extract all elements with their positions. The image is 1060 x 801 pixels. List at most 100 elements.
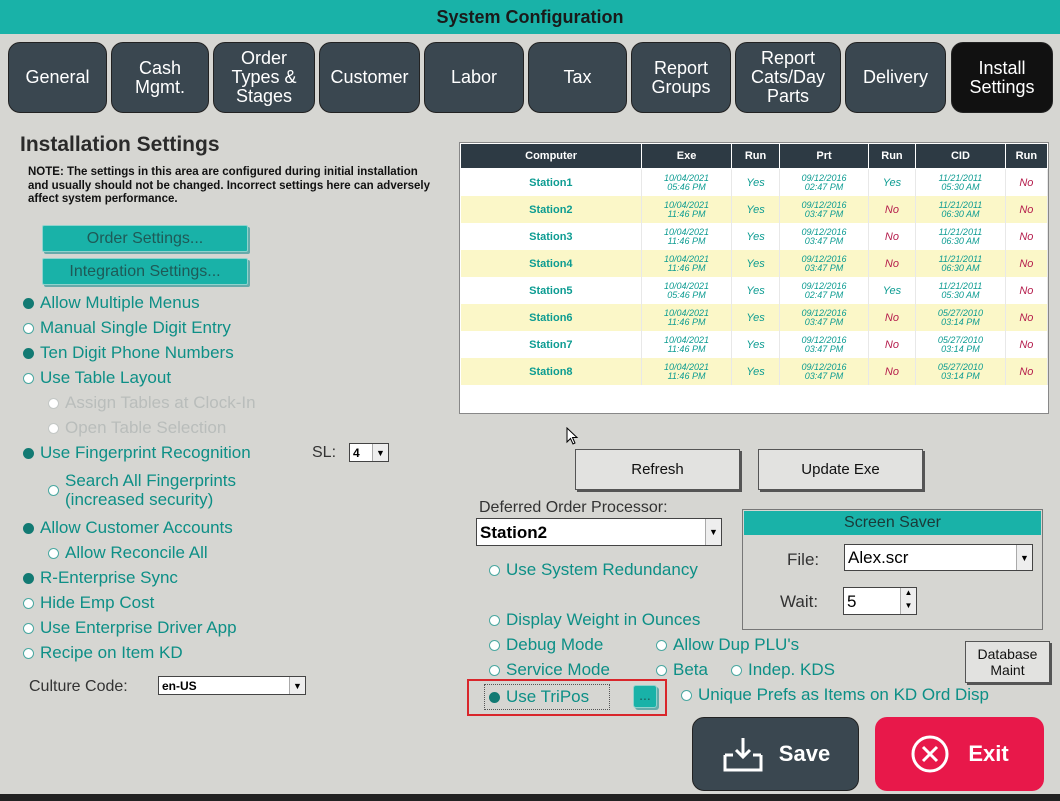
- option-manual-single-digit-entry[interactable]: Manual Single Digit Entry: [23, 318, 231, 338]
- refresh-button[interactable]: Refresh: [575, 449, 740, 490]
- option-ten-digit-phone[interactable]: Ten Digit Phone Numbers: [23, 343, 234, 363]
- cell-run-cid: No: [1005, 358, 1048, 385]
- radio-icon: [23, 347, 34, 359]
- cell-exe: 10/04/2021 11:46 PM: [641, 223, 732, 250]
- exit-button[interactable]: Exit: [875, 717, 1044, 791]
- option-unique-prefs[interactable]: Unique Prefs as Items on KD Ord Disp: [681, 685, 989, 705]
- cell-computer: Station4: [460, 250, 643, 277]
- tab-general[interactable]: General: [8, 42, 107, 113]
- option-r-enterprise-sync[interactable]: R-Enterprise Sync: [23, 568, 178, 588]
- option-fingerprint-recognition[interactable]: Use Fingerprint Recognition: [23, 443, 251, 463]
- stepper-down-icon[interactable]: ▼: [900, 601, 916, 614]
- update-exe-button[interactable]: Update Exe: [758, 449, 923, 490]
- tab-delivery[interactable]: Delivery: [845, 42, 946, 113]
- radio-icon: [23, 522, 34, 534]
- database-maint-button[interactable]: Database Maint: [965, 641, 1050, 683]
- tab-install-settings[interactable]: Install Settings: [951, 42, 1053, 113]
- radio-icon: [489, 564, 500, 576]
- tab-report-cats-day-parts[interactable]: Report Cats/Day Parts: [735, 42, 841, 113]
- cell-run-cid: No: [1005, 168, 1048, 196]
- option-recipe-item-kd[interactable]: Recipe on Item KD: [23, 643, 183, 663]
- option-enterprise-driver-app[interactable]: Use Enterprise Driver App: [23, 618, 237, 638]
- cell-line: 03:47 PM: [804, 343, 844, 354]
- option-service-mode[interactable]: Service Mode: [489, 660, 610, 680]
- option-use-tripos[interactable]: Use TriPos: [484, 684, 611, 710]
- cell-exe: 10/04/2021 11:46 PM: [641, 250, 732, 277]
- option-use-system-redundancy[interactable]: Use System Redundancy: [489, 560, 698, 580]
- option-allow-multiple-menus[interactable]: Allow Multiple Menus: [23, 293, 200, 313]
- cell-run-exe: Yes: [731, 277, 781, 304]
- deferred-order-label: Deferred Order Processor:: [479, 499, 668, 516]
- cell-computer: Station5: [460, 277, 643, 304]
- option-beta[interactable]: Beta: [656, 660, 708, 680]
- radio-icon: [23, 647, 34, 659]
- tab-cash-mgmt[interactable]: Cash Mgmt.: [111, 42, 209, 113]
- tab-customer[interactable]: Customer: [319, 42, 420, 113]
- cell-run-cid: No: [1005, 304, 1048, 331]
- cell-cid: 11/21/2011 06:30 AM: [915, 250, 1006, 277]
- exit-label: Exit: [968, 741, 1009, 766]
- order-settings-button[interactable]: Order Settings...: [42, 225, 248, 252]
- column-header[interactable]: Prt: [779, 143, 869, 169]
- sl-select[interactable]: 4 ▼: [349, 443, 389, 462]
- option-label: Use Enterprise Driver App: [40, 618, 237, 637]
- tab-tax[interactable]: Tax: [528, 42, 627, 113]
- option-allow-customer-accounts[interactable]: Allow Customer Accounts: [23, 518, 233, 538]
- stations-grid[interactable]: Computer Exe Run Prt Run CID Run Station…: [459, 142, 1049, 414]
- stepper-up-icon[interactable]: ▲: [900, 588, 916, 601]
- radio-icon: [23, 322, 34, 334]
- cell-cid: 05/27/2010 03:14 PM: [915, 304, 1006, 331]
- integration-settings-button[interactable]: Integration Settings...: [42, 258, 248, 285]
- table-row[interactable]: Station5 10/04/2021 05:46 PM Yes 09/12/2016 0…: [460, 277, 1048, 304]
- table-row[interactable]: Station7 10/04/2021 11:46 PM Yes 09/12/2016 0…: [460, 331, 1048, 358]
- screen-saver-wait-stepper[interactable]: 5 ▲ ▼: [843, 587, 917, 615]
- option-label: Service Mode: [506, 660, 610, 679]
- table-row[interactable]: Station3 10/04/2021 11:46 PM Yes 09/12/2016 0…: [460, 223, 1048, 250]
- tab-label: Tax: [563, 67, 592, 87]
- radio-icon: [23, 572, 34, 584]
- column-header[interactable]: Run: [730, 143, 781, 169]
- save-button[interactable]: Save: [692, 717, 859, 791]
- cell-line: 05:46 PM: [667, 181, 706, 192]
- column-header[interactable]: Computer: [460, 143, 643, 169]
- chevron-down-icon: ▼: [705, 519, 721, 545]
- tab-label: Delivery: [862, 67, 928, 87]
- cell-run-prt: Yes: [868, 168, 917, 196]
- cell-run-prt: No: [868, 250, 917, 277]
- column-header[interactable]: Run: [1004, 143, 1048, 169]
- tab-report-groups[interactable]: Report Groups: [631, 42, 731, 113]
- cell-computer: Station2: [460, 196, 643, 223]
- column-header[interactable]: CID: [915, 143, 1006, 169]
- deferred-order-select[interactable]: Station2 ▼: [476, 518, 722, 546]
- cell-line: 05:30 AM: [941, 181, 980, 192]
- option-search-all-fingerprints[interactable]: Search All Fingerprints (increased secur…: [48, 471, 236, 509]
- cell-run-cid: No: [1005, 196, 1048, 223]
- tripos-more-button[interactable]: ...: [633, 685, 657, 708]
- option-allow-reconcile-all[interactable]: Allow Reconcile All: [48, 543, 208, 563]
- cell-line: 05:46 PM: [667, 289, 706, 300]
- cell-line: 11:46 PM: [667, 316, 706, 327]
- option-open-table-selection: Open Table Selection: [48, 418, 226, 438]
- cell-line: 06:30 AM: [941, 262, 980, 273]
- cell-line: 05:30 AM: [941, 289, 980, 300]
- culture-code-select[interactable]: en-US ▼: [158, 676, 306, 695]
- column-header[interactable]: Run: [867, 143, 917, 169]
- tab-order-types-stages[interactable]: Order Types & Stages: [213, 42, 315, 113]
- option-indep-kds[interactable]: Indep. KDS: [731, 660, 835, 680]
- tab-labor[interactable]: Labor: [424, 42, 524, 113]
- screen-saver-file-select[interactable]: Alex.scr ▼: [844, 544, 1033, 571]
- option-use-table-layout[interactable]: Use Table Layout: [23, 368, 171, 388]
- table-row[interactable]: Station2 10/04/2021 11:46 PM Yes 09/12/2016 0…: [460, 196, 1048, 223]
- column-header[interactable]: Exe: [641, 143, 732, 169]
- option-debug-mode[interactable]: Debug Mode: [489, 635, 603, 655]
- table-row[interactable]: Station4 10/04/2021 11:46 PM Yes 09/12/2016 0…: [460, 250, 1048, 277]
- table-row[interactable]: Station8 10/04/2021 11:46 PM Yes 09/12/2016 0…: [460, 358, 1048, 385]
- radio-icon: [489, 614, 500, 626]
- sl-value: 4: [353, 446, 360, 460]
- option-allow-dup-plu[interactable]: Allow Dup PLU's: [656, 635, 799, 655]
- option-display-weight-ounces[interactable]: Display Weight in Ounces: [489, 610, 700, 630]
- table-row[interactable]: Station1 10/04/2021 05:46 PM Yes 09/12/2016 0…: [460, 168, 1048, 196]
- option-hide-emp-cost[interactable]: Hide Emp Cost: [23, 593, 154, 613]
- table-row[interactable]: Station6 10/04/2021 11:46 PM Yes 09/12/2016 0…: [460, 304, 1048, 331]
- cell-run-prt: No: [868, 196, 917, 223]
